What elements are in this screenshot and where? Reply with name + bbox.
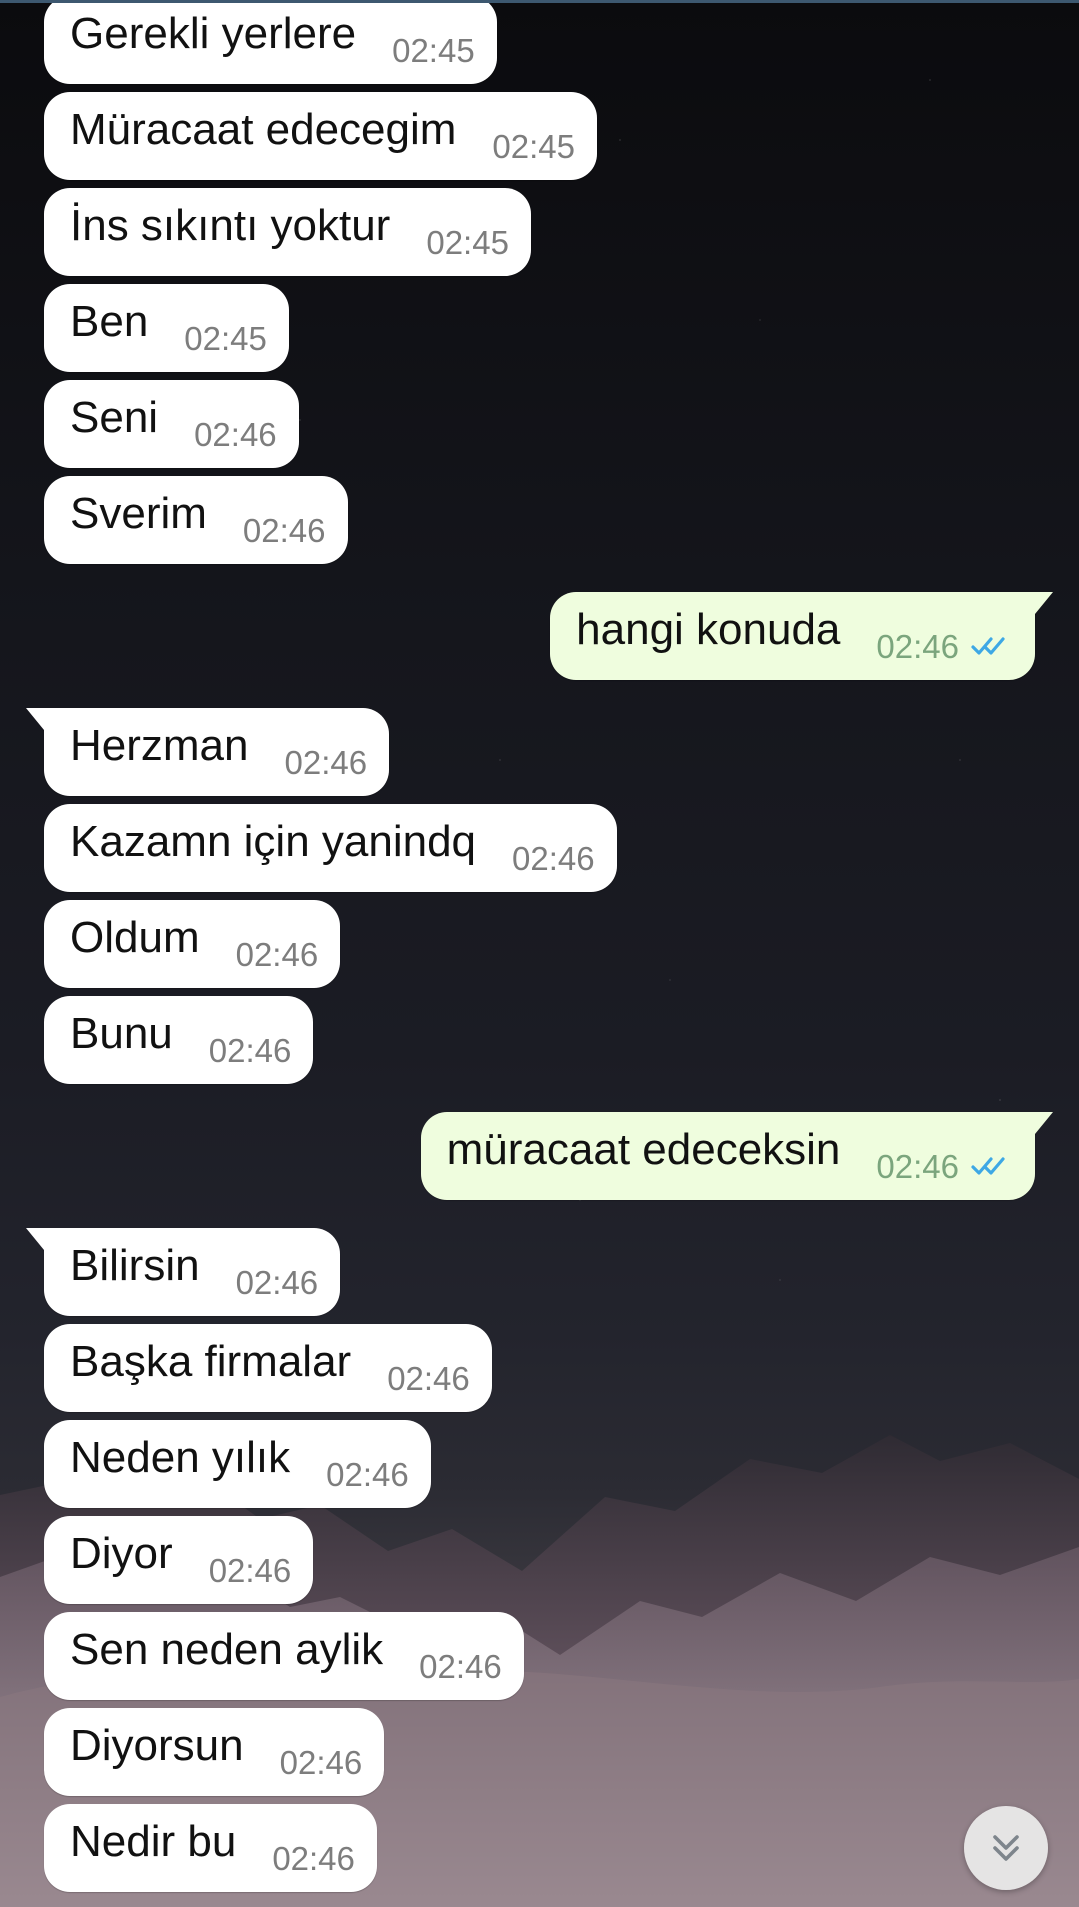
message-bubble[interactable]: Herzman 02:46 xyxy=(25,708,390,796)
message-text: Bunu xyxy=(70,1009,173,1058)
message-text: müracaat edeceksin xyxy=(446,1125,841,1174)
message-time: 02:46 xyxy=(284,743,368,781)
double-check-icon xyxy=(971,637,1005,655)
message-bubble[interactable]: müracaat edeceksin 02:46 xyxy=(420,1112,1054,1200)
message-time: 02:46 xyxy=(419,1647,502,1685)
message-time: 02:46 xyxy=(387,1359,470,1397)
message-bubble[interactable]: Neden yılık 02:46 xyxy=(44,1420,431,1508)
message-text: Gerekli yerlere xyxy=(70,9,357,58)
message-bubble[interactable]: Sverim 02:46 xyxy=(44,476,348,564)
message-text: Bilirsin xyxy=(70,1241,200,1290)
message-text: Oldum xyxy=(70,913,200,962)
message-time: 02:46 xyxy=(876,627,959,665)
message-bubble[interactable]: Diyorsun 02:46 xyxy=(44,1708,385,1796)
message-time: 02:46 xyxy=(208,1031,292,1069)
message-bubble[interactable]: Kazamn için yanindq 02:46 xyxy=(44,804,617,892)
message-text: hangi konuda xyxy=(576,605,841,654)
message-time: 02:46 xyxy=(194,415,277,453)
message-bubble[interactable]: Bunu 02:46 xyxy=(44,996,314,1084)
message-bubble[interactable]: Sen neden aylik 02:46 xyxy=(44,1612,524,1700)
message-time: 02:46 xyxy=(235,935,319,973)
double-chevron-down-icon xyxy=(993,1835,1019,1861)
message-bubble[interactable]: Oldum 02:46 xyxy=(44,900,341,988)
message-time: 02:46 xyxy=(272,1839,355,1877)
message-time: 02:45 xyxy=(426,223,509,261)
message-time: 02:46 xyxy=(279,1743,363,1781)
chat-area: Gerekli yerlere 02:45 Müracaat edecegim … xyxy=(0,0,1079,1907)
message-bubble[interactable]: Seni 02:46 xyxy=(44,380,299,468)
message-text: Sen neden aylik xyxy=(70,1625,384,1674)
message-bubble[interactable]: Gerekli yerlere 02:45 xyxy=(44,0,497,84)
message-bubble[interactable]: Başka firmalar 02:46 xyxy=(44,1324,492,1412)
message-text: Diyorsun xyxy=(70,1721,244,1770)
scroll-down-button[interactable] xyxy=(964,1806,1048,1890)
message-text: Neden yılık xyxy=(70,1433,291,1482)
status-edge xyxy=(0,0,1079,3)
message-text: Başka firmalar xyxy=(70,1337,352,1386)
message-bubble[interactable]: Müracaat edecegim 02:45 xyxy=(44,92,598,180)
message-text: İns sıkıntı yoktur xyxy=(70,201,391,250)
message-time: 02:46 xyxy=(242,511,326,549)
message-bubble[interactable]: hangi konuda 02:46 xyxy=(550,592,1053,680)
message-bubble[interactable]: Diyor 02:46 xyxy=(44,1516,314,1604)
double-check-icon xyxy=(971,1157,1005,1175)
message-time: 02:46 xyxy=(235,1263,319,1301)
message-text: Müracaat edecegim xyxy=(70,105,457,154)
message-bubble[interactable]: Ben 02:45 xyxy=(44,284,289,372)
message-text: Sverim xyxy=(70,489,207,538)
message-time: 02:45 xyxy=(392,31,475,69)
message-time: 02:46 xyxy=(208,1551,292,1589)
message-text: Kazamn için yanindq xyxy=(70,817,477,866)
message-bubble[interactable]: Bilirsin 02:46 xyxy=(25,1228,341,1316)
message-text: Herzman xyxy=(70,721,249,770)
message-time: 02:46 xyxy=(512,839,595,877)
message-bubble[interactable]: Nedir bu 02:46 xyxy=(44,1804,377,1892)
message-text: Ben xyxy=(70,297,149,346)
message-text: Diyor xyxy=(70,1529,173,1578)
message-text: Nedir bu xyxy=(70,1817,237,1866)
message-time: 02:46 xyxy=(876,1147,959,1185)
message-time: 02:45 xyxy=(184,319,267,357)
message-bubble[interactable]: İns sıkıntı yoktur 02:45 xyxy=(44,188,531,276)
message-text: Seni xyxy=(70,393,159,442)
message-time: 02:45 xyxy=(492,127,576,165)
message-time: 02:46 xyxy=(326,1455,409,1493)
